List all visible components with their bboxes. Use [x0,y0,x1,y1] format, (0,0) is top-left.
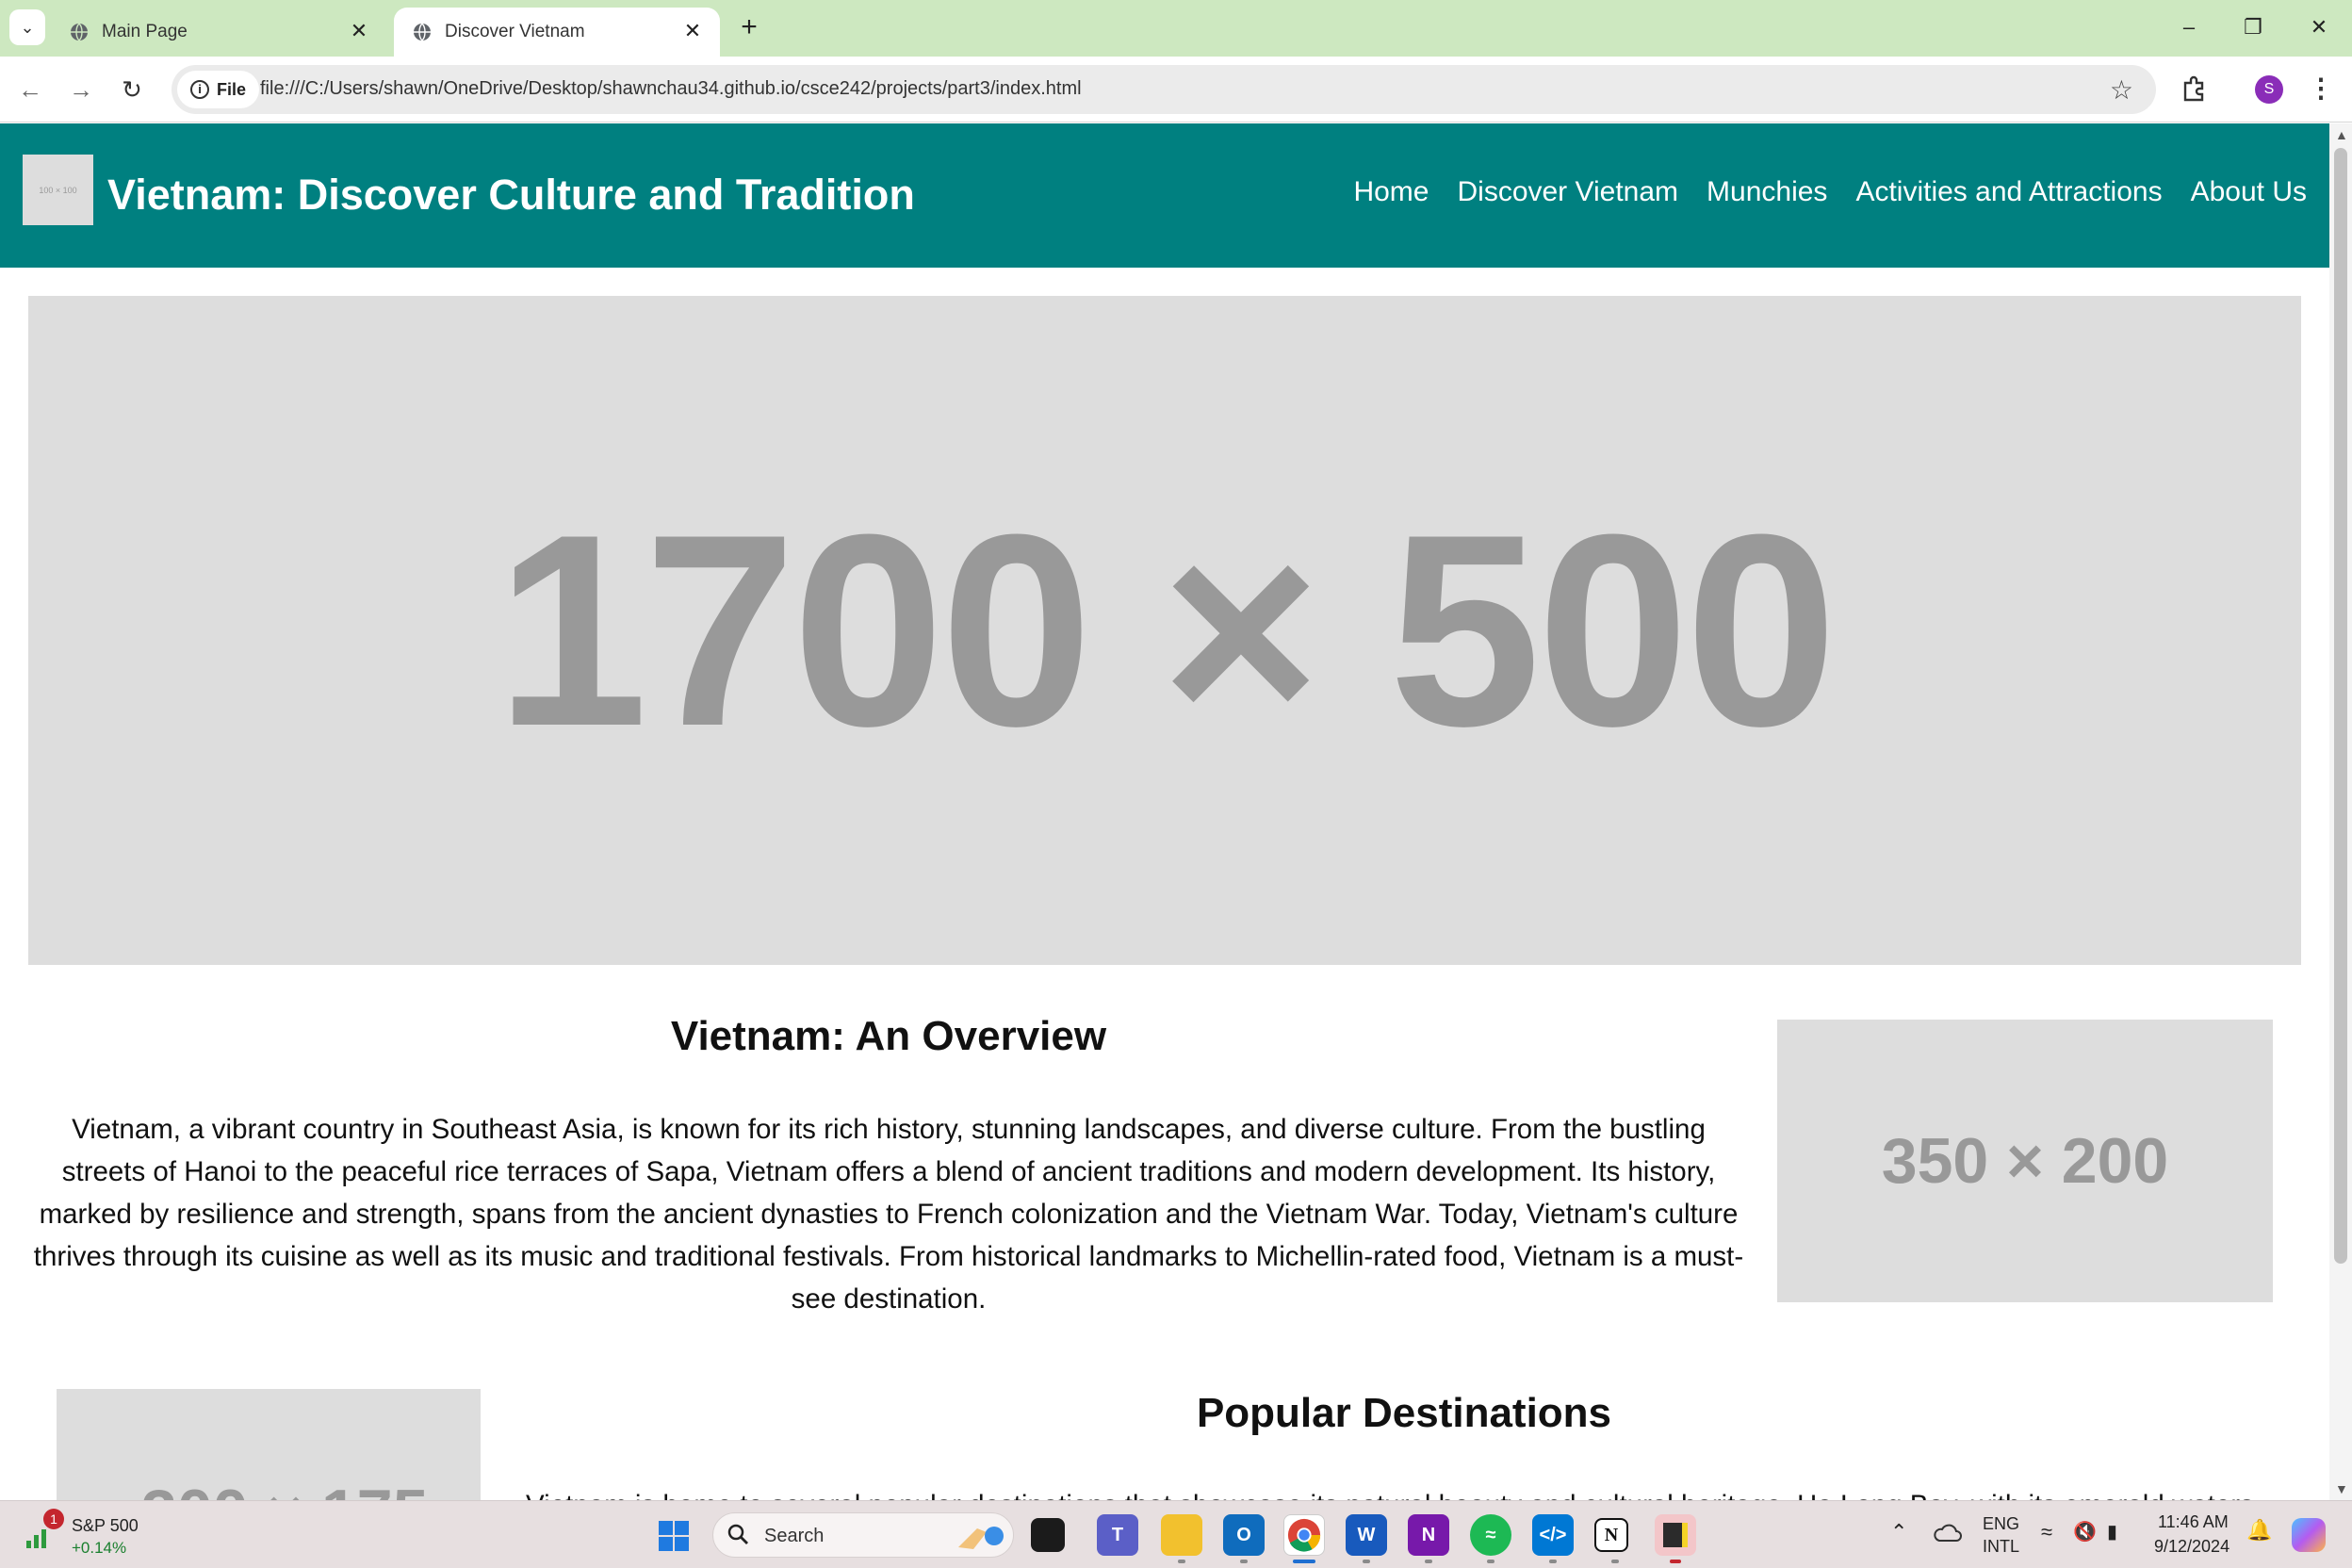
window-close-icon[interactable]: ✕ [2303,11,2335,43]
overview-paragraph: Vietnam, a vibrant country in Southeast … [33,1114,1744,1315]
running-indicator [1549,1560,1557,1563]
volume-muted-icon[interactable]: 🔇 [2073,1520,2097,1544]
site-header: 100 × 100 Vietnam: Discover Culture and … [0,123,2329,268]
spotify-icon[interactable]: ≈ [1470,1514,1511,1556]
close-icon[interactable]: ✕ [682,21,703,41]
search-icon [727,1524,748,1544]
nav-discover-vietnam[interactable]: Discover Vietnam [1457,176,1678,208]
address-bar[interactable]: i File file:///C:/Users/shawn/OneDrive/D… [172,65,2156,114]
nav-munchies[interactable]: Munchies [1707,176,1827,208]
nav-home[interactable]: Home [1353,176,1429,208]
tab-title: Main Page [102,22,188,41]
outlook-icon[interactable]: O [1223,1514,1265,1556]
windows-start-icon[interactable] [658,1520,690,1552]
teams-icon[interactable]: T [1097,1514,1138,1556]
notification-bell-icon[interactable]: 🔔 [2246,1518,2272,1543]
onenote-icon[interactable]: N [1408,1514,1449,1556]
search-label: Search [764,1526,825,1546]
hero-image-placeholder: 1700 × 500 [28,296,2301,965]
clock-date[interactable]: 9/12/2024 [2154,1537,2230,1557]
running-indicator [1363,1560,1370,1563]
profile-avatar[interactable]: S [2255,75,2283,104]
sticky-notes-icon[interactable] [1655,1514,1696,1556]
taskbar-search-box[interactable]: Search [712,1512,1014,1558]
menu-kebab-icon[interactable]: ⋮ [2307,72,2335,106]
destinations-heading: Popular Destinations [1196,1390,1612,1436]
attention-indicator [1670,1560,1681,1563]
running-indicator [1611,1560,1619,1563]
onedrive-cloud-icon[interactable] [1932,1522,1962,1544]
forward-arrow-icon[interactable]: → [64,73,98,106]
language-code[interactable]: ENG [1983,1514,2019,1534]
scroll-down-arrow-icon[interactable]: ▼ [2335,1481,2348,1496]
info-icon: i [190,80,209,99]
restore-icon[interactable]: ❐ [2237,11,2269,43]
vscode-icon[interactable]: </> [1532,1514,1574,1556]
back-arrow-icon[interactable]: ← [13,73,47,106]
new-tab-plus-icon[interactable]: + [735,13,763,41]
globe-icon [414,23,431,41]
site-title: Vietnam: Discover Culture and Tradition [107,171,915,219]
running-indicator [1487,1560,1494,1563]
tab-title: Discover Vietnam [445,22,585,41]
chrome-icon[interactable] [1283,1514,1325,1556]
destinations-image-placeholder: 300 × 175 [57,1389,481,1500]
tab-main-page[interactable]: Main Page ✕ [51,8,386,57]
hero-placeholder-text: 1700 × 500 [496,477,1837,783]
stock-name: S&P 500 [72,1516,139,1535]
extensions-puzzle-icon[interactable] [2179,74,2211,106]
tab-search-chevron-icon[interactable]: ⌄ [9,9,45,45]
notification-badge: 1 [43,1509,64,1529]
notion-icon[interactable]: N [1594,1518,1628,1552]
page-scrollbar[interactable]: ▲ ▼ [2329,123,2352,1500]
windows-taskbar: 1 S&P 500 +0.14% Search T O W N ≈ </> N [0,1500,2352,1568]
clock-time[interactable]: 11:46 AM [2158,1512,2229,1532]
search-highlight-icon [958,1527,1004,1549]
url-text[interactable]: file:///C:/Users/shawn/OneDrive/Desktop/… [260,78,1082,100]
file-explorer-icon[interactable] [1161,1514,1202,1556]
scrollbar-thumb[interactable] [2334,148,2347,1264]
tab-discover-vietnam[interactable]: Discover Vietnam ✕ [394,8,720,57]
stock-change: +0.14% [72,1539,127,1557]
browser-tab-strip: ⌄ Main Page ✕ Discover Vietnam ✕ + – ❐ ✕ [0,0,2352,57]
running-indicator [1178,1560,1185,1563]
page-viewport: 100 × 100 Vietnam: Discover Culture and … [0,123,2329,1500]
wifi-icon[interactable]: ≈ [2041,1520,2052,1544]
copilot-icon[interactable] [2292,1518,2326,1552]
task-view-icon[interactable] [1031,1518,1065,1552]
overview-image-placeholder: 350 × 200 [1777,1020,2273,1302]
close-icon[interactable]: ✕ [349,21,369,41]
overview-heading: Vietnam: An Overview [670,1013,1107,1059]
word-icon[interactable]: W [1346,1514,1387,1556]
running-indicator [1425,1560,1432,1563]
reload-icon[interactable]: ↻ [115,73,149,106]
browser-toolbar: ← → ↻ i File file:///C:/Users/shawn/OneD… [0,57,2352,122]
destinations-paragraph: Vietnam is home to several popular desti… [526,1484,2297,1500]
nav-activities[interactable]: Activities and Attractions [1855,176,2162,208]
destinations-placeholder-text: 300 × 175 [141,1476,428,1500]
running-indicator [1240,1560,1248,1563]
minimize-icon[interactable]: – [2173,11,2205,43]
globe-icon [71,23,88,41]
keyboard-layout[interactable]: INTL [1983,1537,2019,1557]
site-logo-placeholder: 100 × 100 [23,155,93,225]
nav-about-us[interactable]: About Us [2191,176,2307,208]
overview-placeholder-text: 350 × 200 [1881,1125,2169,1197]
scroll-up-arrow-icon[interactable]: ▲ [2335,127,2348,142]
battery-icon[interactable]: ▮ [2107,1520,2117,1544]
site-nav: Home Discover Vietnam Munchies Activitie… [1353,176,2307,208]
site-info-chip[interactable]: i File [177,71,260,108]
tray-overflow-chevron-icon[interactable]: ⌃ [1890,1520,1907,1544]
bookmark-star-icon[interactable]: ☆ [2110,74,2133,106]
site-info-label: File [217,79,247,99]
active-indicator [1293,1560,1315,1563]
